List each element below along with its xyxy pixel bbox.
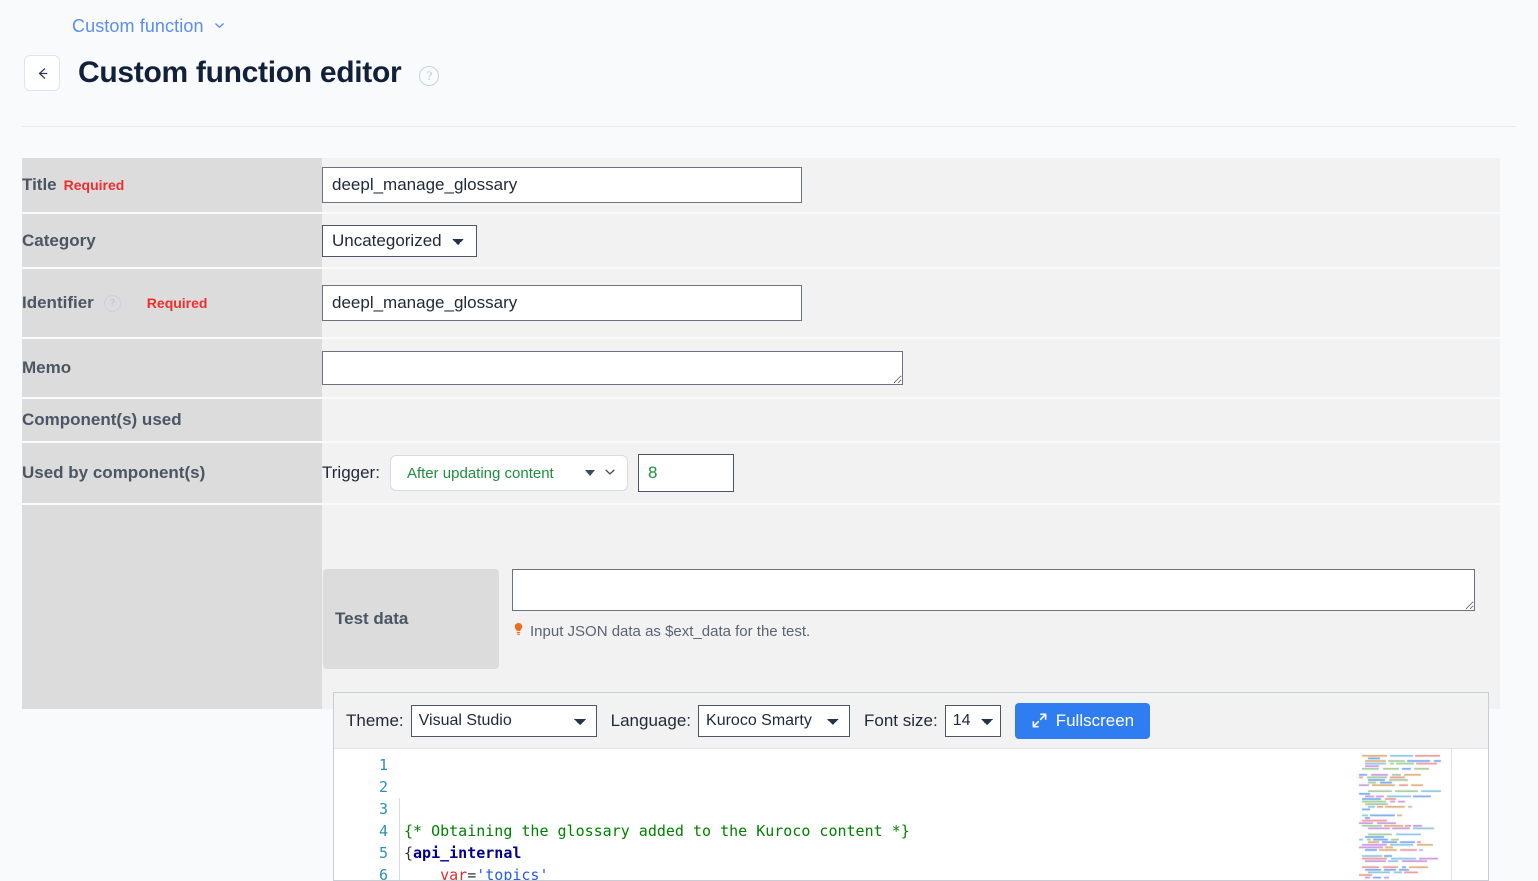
- label-memo: Memo: [22, 339, 322, 397]
- code-token: api_internal: [413, 844, 522, 862]
- caret-down-icon: [584, 470, 595, 476]
- code-token: {* Obtaining the glossary added to the K…: [404, 822, 910, 840]
- trigger-selected-value: After updating content: [406, 464, 554, 482]
- code-token: 'topics': [476, 866, 549, 881]
- label-category-text: Category: [22, 230, 96, 250]
- help-icon[interactable]: ?: [419, 66, 440, 86]
- form-row-used-by-components: Used by component(s) Trigger: After upda…: [22, 443, 1500, 503]
- arrow-left-icon: [38, 67, 47, 79]
- trigger-number-input[interactable]: [637, 454, 734, 492]
- label-used-by-components-text: Used by component(s): [22, 463, 206, 482]
- back-button[interactable]: [24, 55, 60, 91]
- required-badge-identifier: Required: [146, 295, 208, 311]
- line-number: 1: [378, 756, 388, 774]
- form-row-category: Category Uncategorized: [22, 214, 1500, 267]
- trigger-controls: Trigger: After updating content: [322, 454, 1500, 492]
- line-number-gutter: 1 2 3 4 5 6: [352, 749, 388, 881]
- line-number: 3: [378, 800, 388, 818]
- label-identifier: Identifier ? Required: [22, 269, 322, 337]
- field-components-used: [322, 399, 1500, 441]
- fontsize-select[interactable]: 14: [944, 704, 1001, 737]
- chevron-down-icon: [603, 465, 617, 482]
- custom-function-form: Title Required Category Uncategorized Id…: [22, 156, 1500, 711]
- test-data-textarea[interactable]: [512, 569, 1475, 611]
- line-number: 5: [378, 844, 388, 862]
- label-title: Title Required: [22, 158, 322, 212]
- page-header: Custom function Custom function editor ?: [0, 0, 1538, 127]
- minimap-separator: [1451, 749, 1452, 880]
- label-memo-text: Memo: [22, 358, 72, 377]
- language-label: Language:: [610, 710, 692, 730]
- field-test-data: Test data Input JSON data as $ext_data f…: [322, 505, 1500, 709]
- code-line: var='topics': [404, 864, 1356, 881]
- page-title: Custom function editor: [78, 56, 402, 89]
- label-components-used: Component(s) used: [22, 399, 322, 441]
- field-category: Uncategorized: [322, 214, 1500, 267]
- code-minimap[interactable]: [1356, 749, 1474, 880]
- form-row-test-data: Test data Input JSON data as $ext_data f…: [22, 505, 1500, 709]
- editor-toolbar: Theme: Visual Studio Language: Kuroco Sm…: [334, 693, 1488, 749]
- field-trigger: Trigger: After updating content: [322, 443, 1500, 503]
- fullscreen-label: Fullscreen: [1055, 710, 1135, 730]
- label-used-by-components: Used by component(s): [22, 443, 322, 503]
- header-divider: [22, 126, 1516, 127]
- form-row-identifier: Identifier ? Required: [22, 269, 1500, 337]
- code-line: {api_internal: [404, 842, 1356, 864]
- test-data-hint: Input JSON data as $ext_data for the tes…: [512, 622, 1475, 640]
- test-data-hint-text: Input JSON data as $ext_data for the tes…: [530, 622, 811, 640]
- code-area[interactable]: 1 2 3 4 5 6 {* Obtaining the glossary added t…: [334, 749, 1488, 881]
- code-line: {* Obtaining the glossary added to the K…: [404, 820, 1356, 842]
- code-editor: Theme: Visual Studio Language: Kuroco Sm…: [333, 692, 1489, 881]
- language-select[interactable]: Kuroco Smarty: [698, 704, 851, 737]
- code-token: =: [467, 866, 477, 881]
- category-select[interactable]: Uncategorized: [322, 224, 477, 257]
- indent-guide: [399, 798, 400, 880]
- memo-textarea[interactable]: [322, 351, 903, 385]
- line-number: 6: [378, 866, 388, 881]
- label-title-text: Title: [22, 175, 57, 194]
- identifier-input[interactable]: [322, 285, 802, 321]
- breadcrumb: Custom function: [0, 0, 1538, 42]
- form-row-components-used: Component(s) used: [22, 399, 1500, 441]
- title-row: Custom function editor ?: [0, 42, 1538, 104]
- code-content[interactable]: {* Obtaining the glossary added to the K…: [388, 749, 1356, 881]
- breadcrumb-label: Custom function: [72, 15, 204, 36]
- line-number: 2: [378, 778, 388, 796]
- trigger-label: Trigger:: [322, 463, 380, 482]
- label-test-data-empty: [22, 505, 322, 709]
- fontsize-label: Font size:: [864, 710, 938, 730]
- identifier-help-icon[interactable]: ?: [103, 294, 121, 312]
- label-category: Category: [22, 214, 322, 267]
- code-token: var: [440, 866, 468, 881]
- label-components-used-text: Component(s) used: [22, 410, 182, 429]
- theme-label: Theme:: [346, 710, 404, 730]
- theme-select[interactable]: Visual Studio: [410, 704, 597, 737]
- field-memo: [322, 339, 1500, 397]
- line-number: 4: [378, 822, 388, 840]
- required-badge-title: Required: [63, 177, 125, 193]
- title-input[interactable]: [322, 167, 802, 203]
- trigger-select[interactable]: After updating content: [389, 455, 628, 491]
- test-data-label: Test data: [323, 569, 499, 669]
- fullscreen-button[interactable]: Fullscreen: [1014, 702, 1151, 739]
- form-row-memo: Memo: [22, 339, 1500, 397]
- expand-arrows-icon: [1031, 712, 1048, 729]
- editor-scrollbar[interactable]: [1474, 749, 1488, 880]
- lightbulb-icon: [512, 622, 525, 640]
- chevron-down-icon[interactable]: [213, 19, 226, 32]
- label-identifier-text: Identifier: [22, 293, 94, 312]
- field-title: [322, 158, 1500, 212]
- code-token: {: [404, 844, 414, 862]
- editor-gutter-edge: [334, 749, 352, 880]
- form-row-title: Title Required: [22, 158, 1500, 212]
- breadcrumb-custom-function[interactable]: Custom function: [72, 16, 226, 37]
- field-identifier: [322, 269, 1500, 337]
